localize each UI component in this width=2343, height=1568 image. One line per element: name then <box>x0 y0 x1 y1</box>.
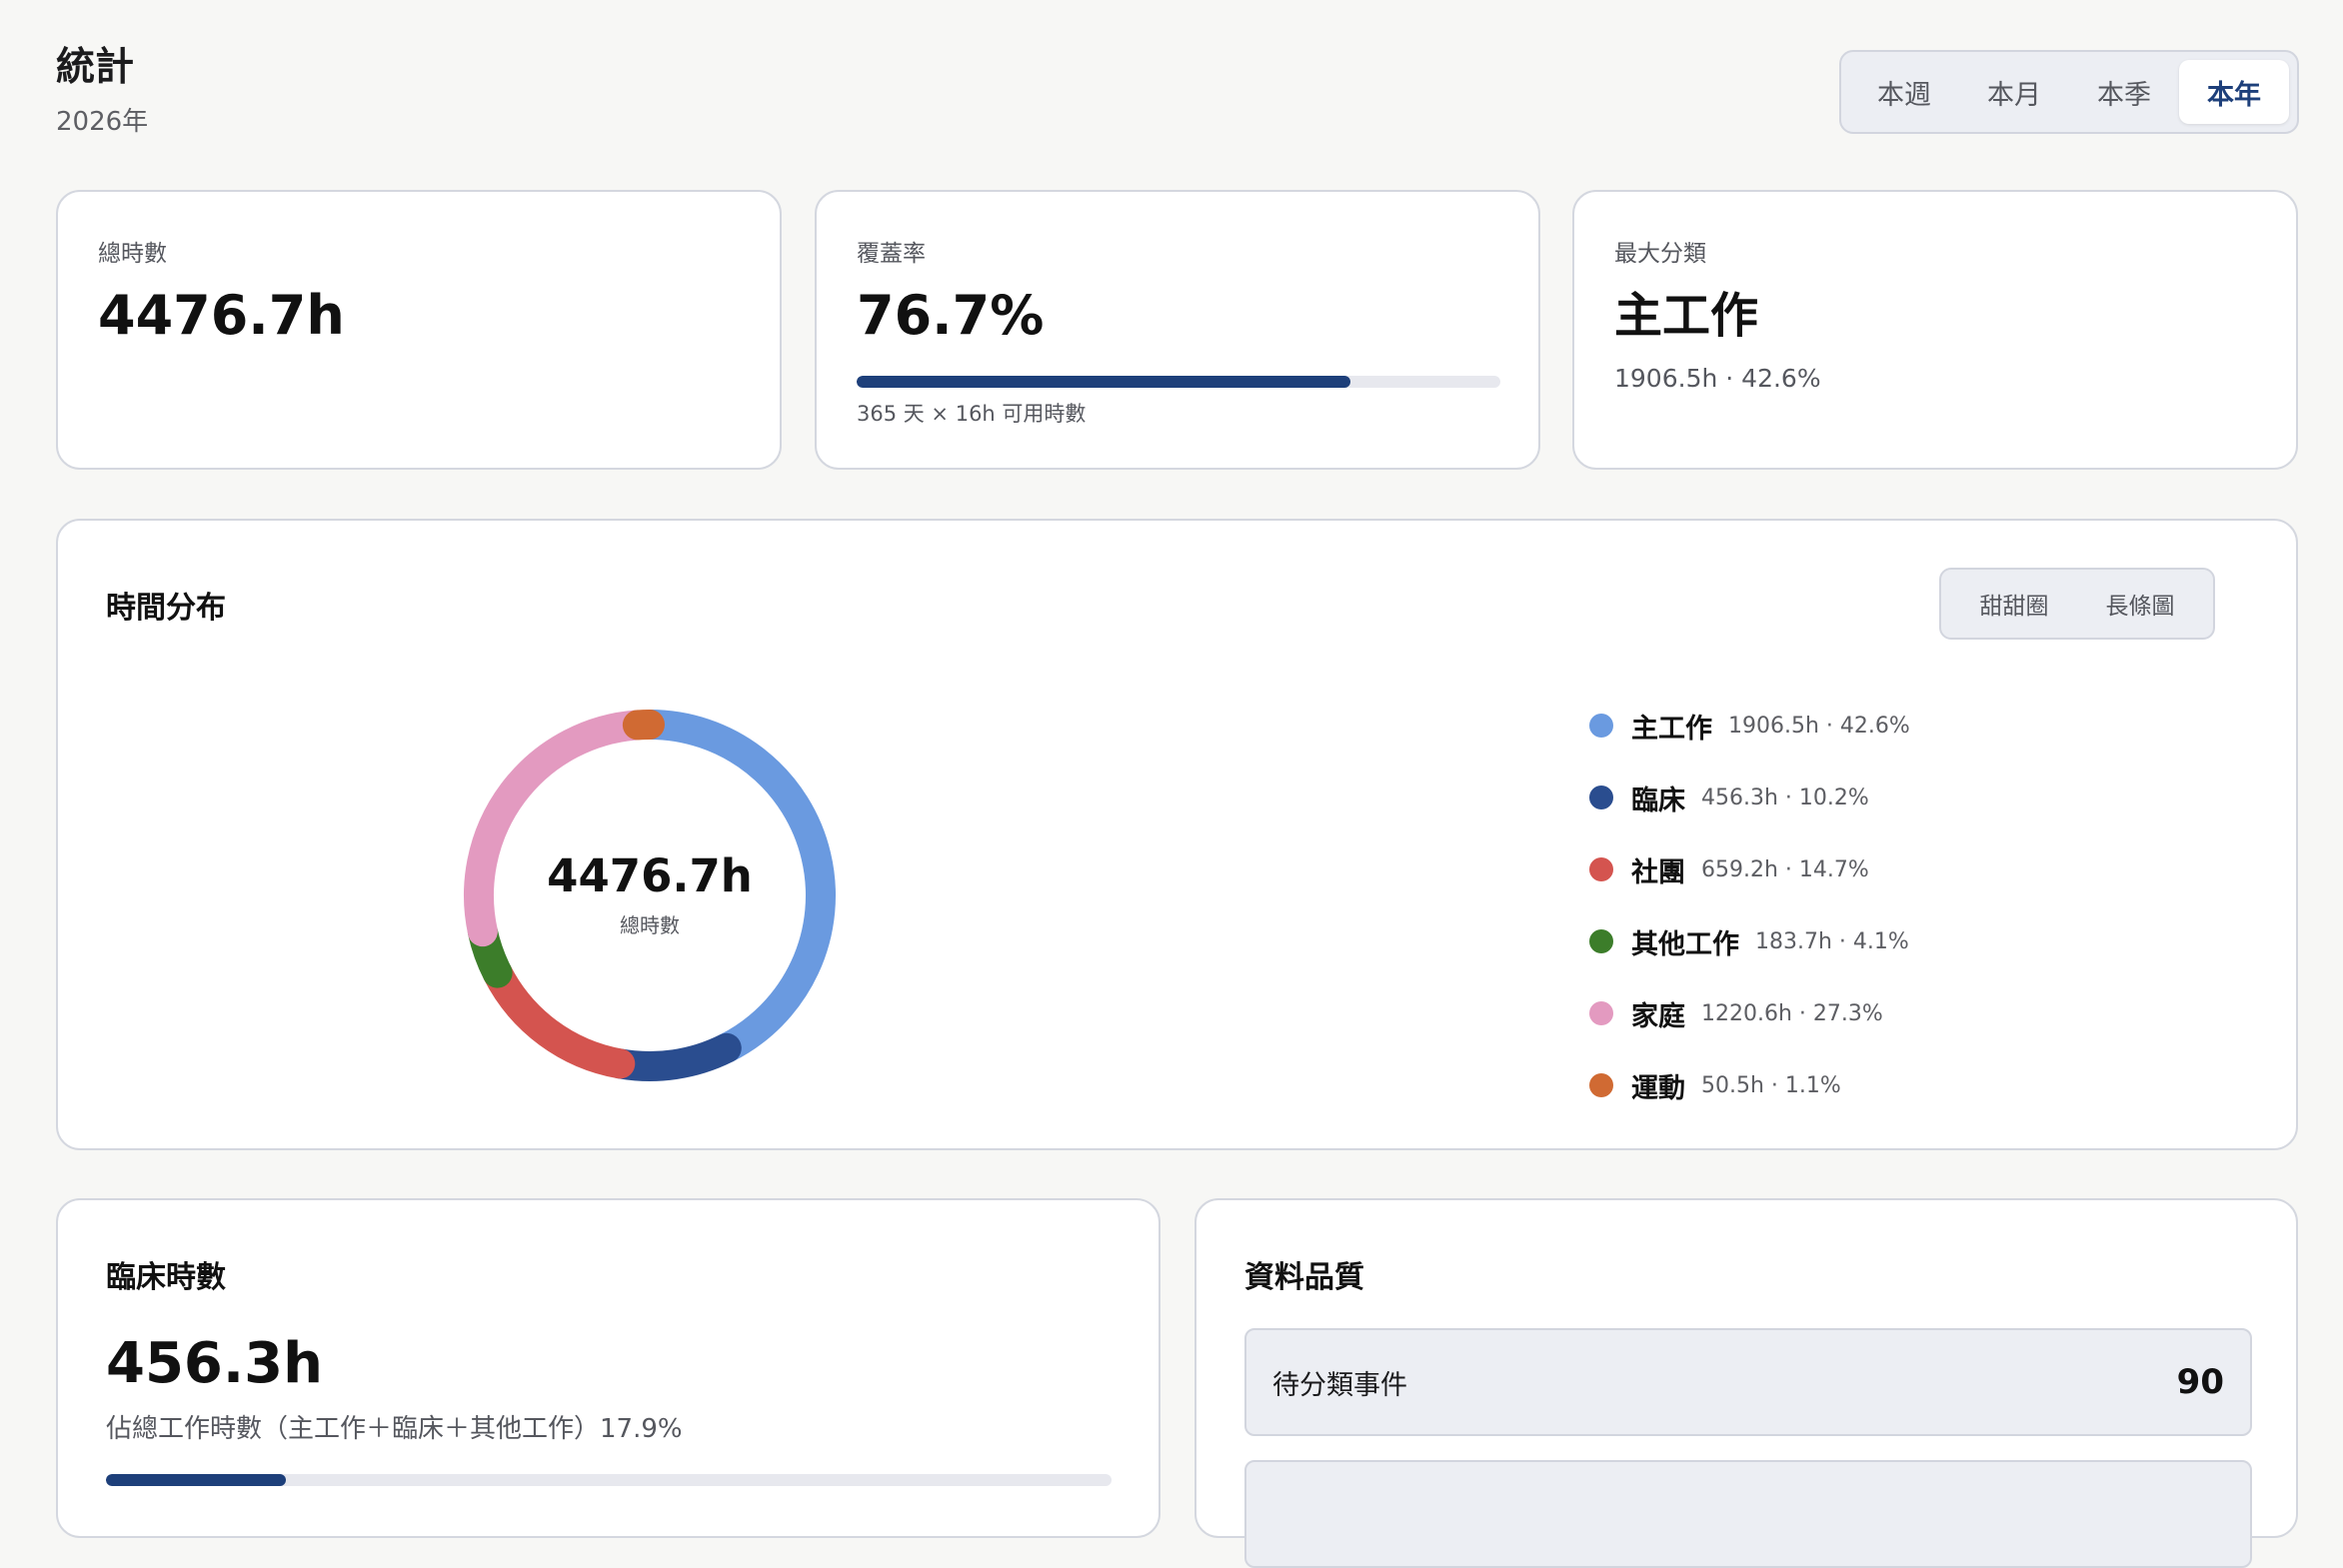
coverage-progress-fill <box>857 376 1350 388</box>
legend-meta: 50.5h · 1.1% <box>1701 1073 1841 1098</box>
total-hours-value: 4476.7h <box>98 280 345 352</box>
clinical-hours-value: 456.3h <box>106 1328 323 1400</box>
donut-view-button[interactable]: 甜甜圈 <box>1972 581 2057 627</box>
uncategorized-events-count: 90 <box>2177 1362 2224 1402</box>
legend-dot <box>1589 714 1613 738</box>
legend-name: 運動 <box>1631 1066 1685 1105</box>
coverage-value: 76.7% <box>857 280 1044 352</box>
top-category-note: 1906.5h · 42.6% <box>1614 364 1821 393</box>
legend-dot <box>1589 1001 1613 1025</box>
legend-name: 主工作 <box>1631 707 1712 746</box>
clinical-progress-fill <box>106 1474 286 1486</box>
top-category-label: 最大分類 <box>1614 234 1706 268</box>
page-subtitle: 2026年 <box>56 104 148 140</box>
donut-slice-1[interactable] <box>620 1048 727 1066</box>
legend-item-clinical: 臨床 456.3h · 10.2% <box>1589 762 2229 833</box>
quality-row[interactable] <box>1244 1460 2252 1568</box>
legend-item-main-work: 主工作 1906.5h · 42.6% <box>1589 690 2229 762</box>
coverage-progress-bar <box>857 376 1500 388</box>
legend-dot <box>1589 929 1613 953</box>
legend-item-family: 家庭 1220.6h · 27.3% <box>1589 977 2229 1049</box>
top-category-card: 最大分類 主工作 1906.5h · 42.6% <box>1572 190 2298 470</box>
period-selector: 本週 本月 本季 本年 <box>1839 50 2299 134</box>
uncategorized-events-row[interactable]: 待分類事件 90 <box>1244 1328 2252 1436</box>
donut-slice-2[interactable] <box>498 973 621 1064</box>
legend-dot <box>1589 785 1613 809</box>
coverage-label: 覆蓋率 <box>857 234 926 268</box>
legend-meta: 1906.5h · 42.6% <box>1728 714 1910 739</box>
period-week-button[interactable]: 本週 <box>1849 60 1959 124</box>
data-quality-title: 資料品質 <box>1244 1252 1364 1296</box>
legend-meta: 183.7h · 4.1% <box>1755 929 1909 954</box>
clinical-hours-card: 臨床時數 456.3h 佔總工作時數（主工作＋臨床＋其他工作）17.9% <box>56 1198 1161 1538</box>
legend-meta: 456.3h · 10.2% <box>1701 785 1869 810</box>
clinical-share-text: 佔總工作時數（主工作＋臨床＋其他工作）17.9% <box>106 1408 683 1445</box>
period-year-button[interactable]: 本年 <box>2179 60 2289 124</box>
donut-center-label: 總時數 <box>440 909 860 938</box>
period-month-button[interactable]: 本月 <box>1959 60 2069 124</box>
legend-item-exercise: 運動 50.5h · 1.1% <box>1589 1049 2229 1121</box>
period-quarter-button[interactable]: 本季 <box>2069 60 2179 124</box>
page-title: 統計 <box>56 42 134 94</box>
data-quality-card: 資料品質 待分類事件 90 <box>1194 1198 2298 1538</box>
top-category-value: 主工作 <box>1614 280 1758 352</box>
donut-center-value: 4476.7h <box>440 847 860 905</box>
chart-legend: 主工作 1906.5h · 42.6% 臨床 456.3h · 10.2% 社團… <box>1589 690 2229 1121</box>
clinical-hours-title: 臨床時數 <box>106 1252 226 1296</box>
legend-name: 社團 <box>1631 850 1685 889</box>
coverage-card: 覆蓋率 76.7% 365 天 × 16h 可用時數 <box>815 190 1540 470</box>
legend-dot <box>1589 1073 1613 1097</box>
uncategorized-events-label: 待分類事件 <box>1272 1363 1407 1402</box>
legend-item-other-work: 其他工作 183.7h · 4.1% <box>1589 905 2229 977</box>
legend-dot <box>1589 857 1613 881</box>
coverage-note: 365 天 × 16h 可用時數 <box>857 398 1086 428</box>
bar-view-button[interactable]: 長條圖 <box>2098 581 2183 627</box>
legend-meta: 1220.6h · 27.3% <box>1701 1001 1883 1026</box>
total-hours-label: 總時數 <box>98 234 167 268</box>
chart-view-toggle: 甜甜圈 長條圖 <box>1939 568 2215 640</box>
legend-name: 其他工作 <box>1631 922 1739 961</box>
legend-name: 家庭 <box>1631 994 1685 1033</box>
legend-meta: 659.2h · 14.7% <box>1701 857 1869 882</box>
distribution-title: 時間分布 <box>106 583 226 627</box>
total-hours-card: 總時數 4476.7h <box>56 190 782 470</box>
clinical-progress-bar <box>106 1474 1112 1486</box>
legend-name: 臨床 <box>1631 779 1685 817</box>
legend-item-club: 社團 659.2h · 14.7% <box>1589 833 2229 905</box>
